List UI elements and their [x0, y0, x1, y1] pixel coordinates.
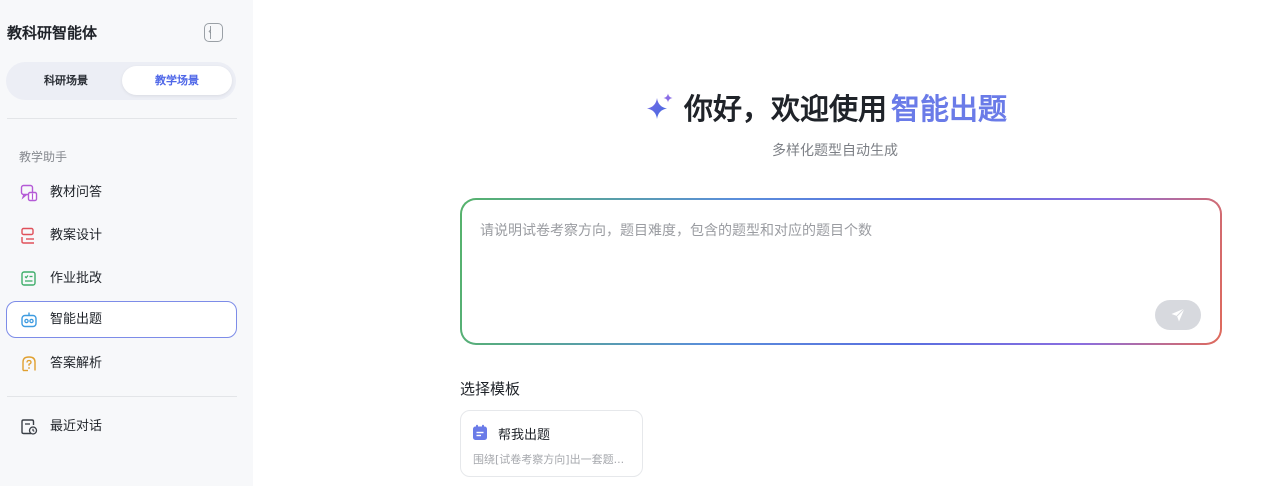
sidebar-item-label: 最近对话 [50, 419, 103, 434]
sidebar-item-smart-question[interactable]: 智能出题 [6, 301, 237, 338]
notepad-icon [473, 424, 487, 440]
collapse-sidebar-button[interactable]: ‹ [204, 23, 223, 42]
homework-check-icon [21, 271, 36, 286]
sidebar-item-recent-chats[interactable]: 最近对话 [6, 408, 237, 445]
page-title: 你好，欢迎使用 智能出题 [645, 85, 1007, 129]
collapse-icon: ‹ [208, 27, 212, 37]
sparkle-icon [647, 93, 673, 119]
tab-research-scene[interactable]: 科研场景 [10, 66, 122, 95]
template-card[interactable]: 帮我出题 围绕[试卷考察方向]出一套题... [460, 410, 643, 477]
history-icon [21, 419, 38, 435]
template-title: 帮我出题 [498, 428, 551, 443]
send-button[interactable] [1155, 300, 1201, 330]
page-subtitle: 多样化题型自动生成 [772, 143, 898, 159]
sidebar-item-answer-analysis[interactable]: 答案解析 [6, 345, 237, 382]
sidebar-item-label: 智能出题 [50, 312, 103, 327]
robot-icon [21, 312, 37, 328]
send-icon [1171, 308, 1185, 322]
template-desc: 围绕[试卷考察方向]出一套题... [473, 453, 625, 466]
divider [7, 118, 237, 119]
prompt-input[interactable] [478, 218, 1182, 282]
sidebar-item-label: 作业批改 [50, 271, 103, 286]
sidebar: 教科研智能体 ‹ 科研场景 教学场景 教学助手 教材问答 教案设计 作业批改 智… [0, 0, 253, 486]
divider [7, 396, 237, 397]
prompt-box-inner [462, 200, 1220, 343]
answer-analysis-icon [22, 356, 36, 372]
sidebar-item-textbook-qa[interactable]: 教材问答 [6, 174, 237, 211]
scene-switch: 科研场景 教学场景 [6, 62, 236, 100]
section-label: 教学助手 [19, 150, 68, 164]
prompt-box [460, 198, 1222, 345]
tab-teaching-scene[interactable]: 教学场景 [122, 66, 232, 95]
template-heading: 选择模板 [460, 380, 521, 398]
sidebar-item-homework-grading[interactable]: 作业批改 [6, 260, 237, 297]
lesson-plan-icon [21, 227, 34, 244]
app-title: 教科研智能体 [7, 24, 98, 42]
sidebar-item-lesson-design[interactable]: 教案设计 [6, 217, 237, 254]
sidebar-item-label: 教材问答 [50, 185, 103, 200]
sidebar-item-label: 教案设计 [50, 228, 103, 243]
chat-book-icon [20, 184, 38, 202]
title-prefix: 你好，欢迎使用 [684, 92, 888, 126]
title-accent: 智能出题 [891, 92, 1008, 126]
sidebar-item-label: 答案解析 [50, 356, 103, 371]
